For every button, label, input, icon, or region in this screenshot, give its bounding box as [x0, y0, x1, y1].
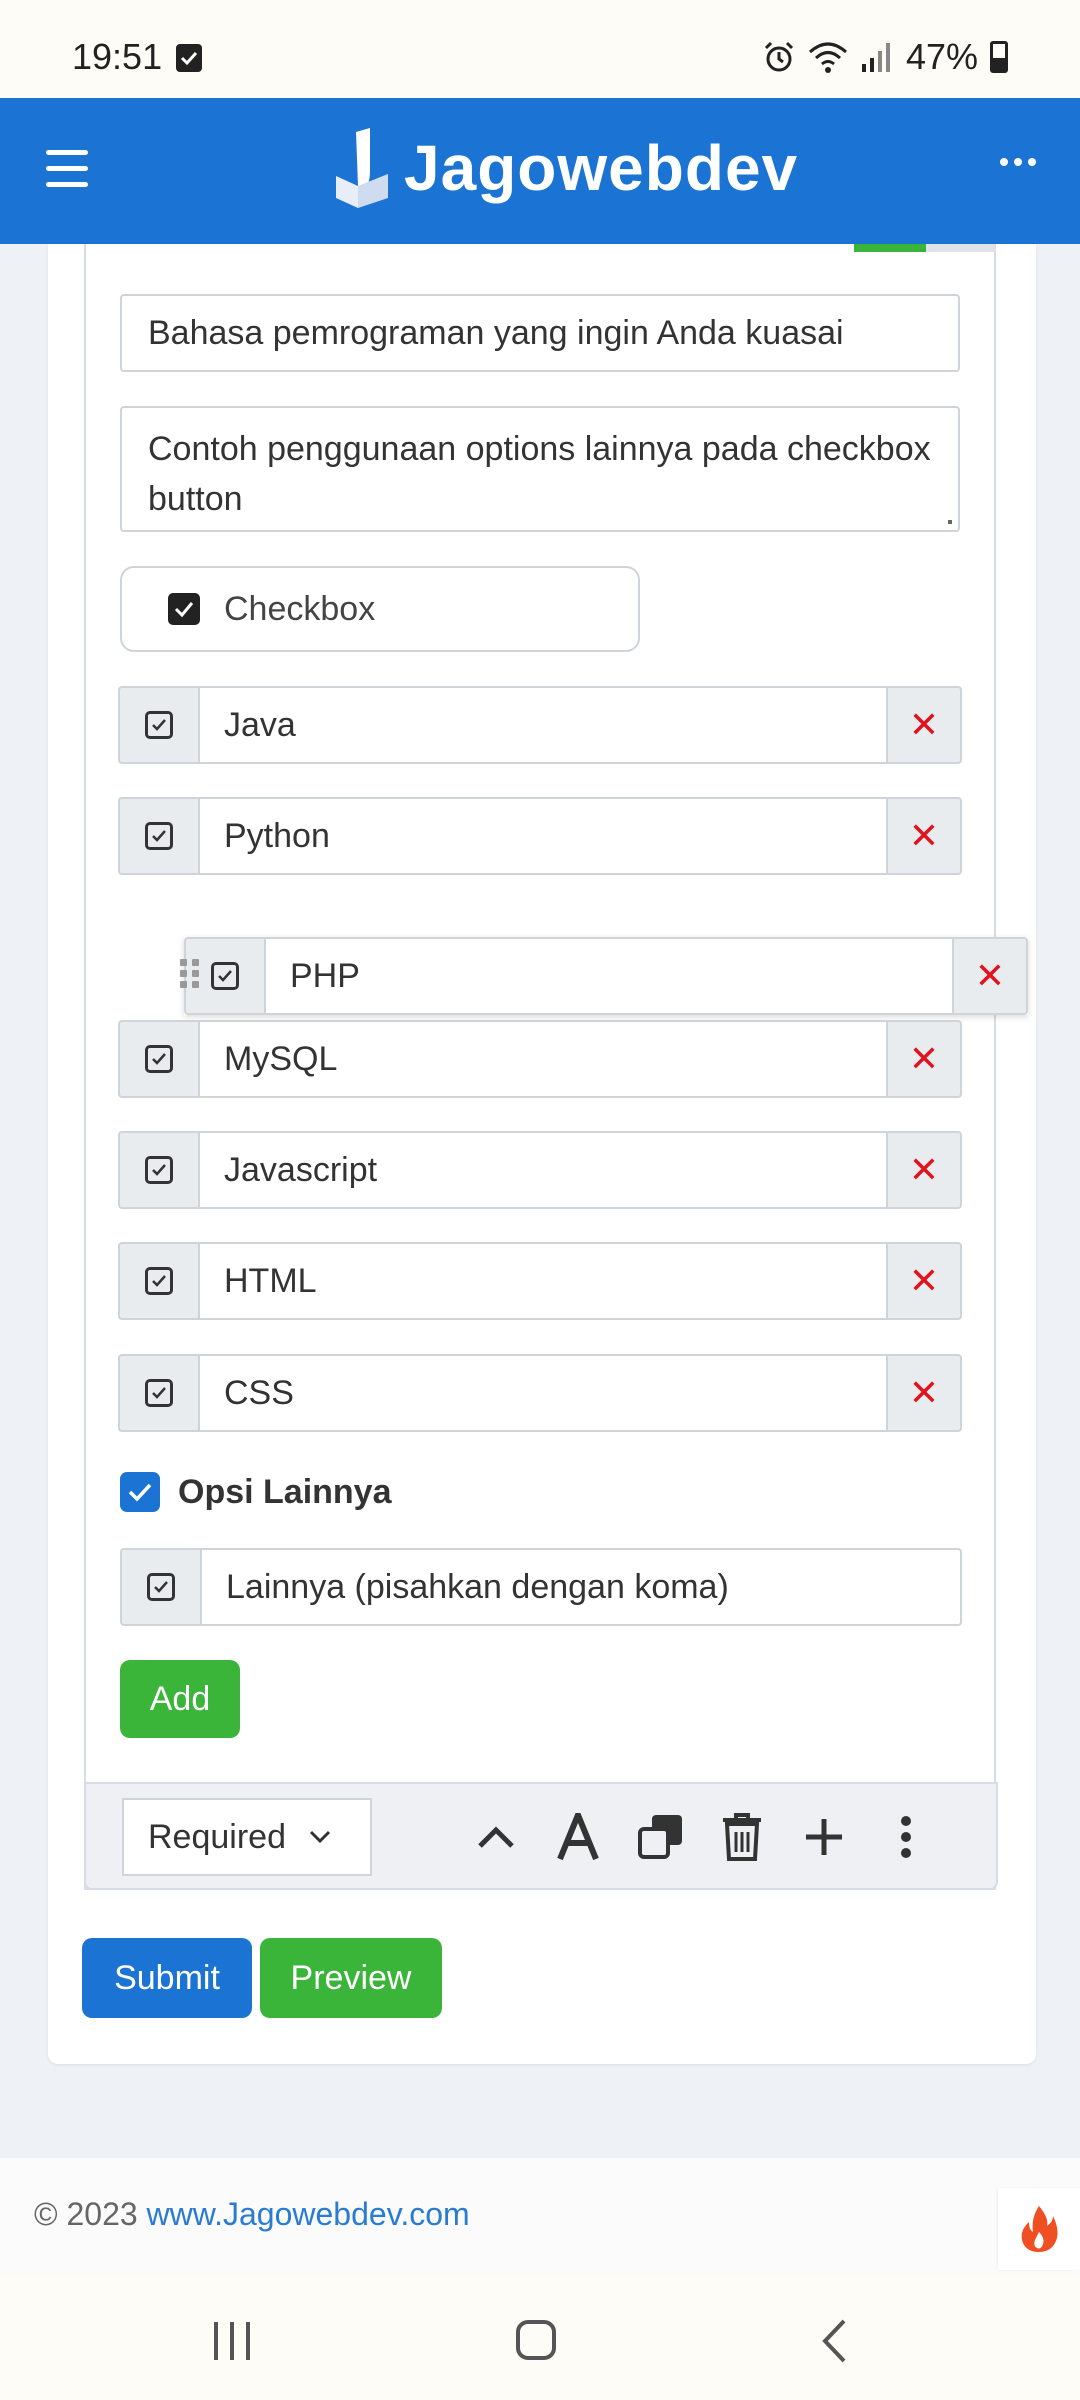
remove-option-icon[interactable]: ✕ — [888, 1131, 962, 1209]
home-icon[interactable] — [516, 2320, 556, 2360]
option-row: HTML ✕ — [118, 1242, 962, 1320]
footer-text: © 2023 www.Jagowebdev.com — [34, 2196, 470, 2233]
status-time: 19:51 — [72, 36, 163, 77]
fire-icon[interactable] — [998, 2188, 1080, 2270]
footer-link[interactable]: www.Jagowebdev.com — [147, 2196, 470, 2232]
other-option-row: Lainnya (pisahkan dengan koma) — [120, 1548, 962, 1626]
option-input[interactable]: Java — [198, 686, 888, 764]
back-icon[interactable] — [820, 2318, 848, 2369]
option-row: MySQL ✕ — [118, 1020, 962, 1098]
remove-option-icon[interactable]: ✕ — [888, 1242, 962, 1320]
menu-icon[interactable] — [46, 150, 88, 190]
option-checkbox-icon — [118, 1242, 198, 1320]
option-input[interactable]: PHP — [264, 937, 954, 1015]
question-title-input[interactable]: Bahasa pemrograman yang ingin Anda kuasa… — [120, 294, 960, 372]
drag-handle-icon[interactable] — [180, 959, 200, 988]
option-input[interactable]: Python — [198, 797, 888, 875]
option-row: Javascript ✕ — [118, 1131, 962, 1209]
question-type-label: Checkbox — [224, 589, 376, 628]
preview-button[interactable]: Preview — [260, 1938, 442, 2018]
option-row: CSS ✕ — [118, 1354, 962, 1432]
more-vertical-icon[interactable] — [880, 1808, 932, 1866]
checkbox-type-icon — [168, 593, 200, 625]
question-toolbar: Required — [84, 1782, 998, 1890]
status-bar: 19:51 47% — [0, 0, 1080, 98]
collapse-icon[interactable] — [470, 1808, 522, 1866]
remove-option-icon[interactable]: ✕ — [888, 1354, 962, 1432]
app-bar: Jagowebdev — [0, 98, 1080, 244]
remove-option-icon[interactable]: ✕ — [888, 797, 962, 875]
remove-option-icon[interactable]: ✕ — [888, 686, 962, 764]
other-option-input[interactable]: Lainnya (pisahkan dengan koma) — [200, 1548, 962, 1626]
option-checkbox-icon — [118, 797, 198, 875]
system-nav-bar — [0, 2274, 1080, 2400]
more-options-icon[interactable] — [1000, 158, 1036, 166]
question-type-select[interactable]: Checkbox — [120, 566, 640, 652]
battery-percent: 47% — [905, 36, 978, 77]
other-option-checkbox[interactable] — [120, 1472, 160, 1512]
remove-option-icon[interactable]: ✕ — [888, 1020, 962, 1098]
alarm-icon — [764, 41, 793, 72]
copyright: © 2023 — [34, 2196, 138, 2232]
option-checkbox-icon — [118, 1354, 198, 1432]
option-row: Java ✕ — [118, 686, 962, 764]
jagowebdev-logo-icon — [336, 128, 388, 208]
remove-option-icon[interactable]: ✕ — [954, 937, 1028, 1015]
other-option-toggle[interactable]: Opsi Lainnya — [120, 1472, 392, 1512]
required-select-value: Required — [148, 1817, 286, 1856]
brand-name: Jagowebdev — [404, 132, 799, 204]
status-icons: 47% — [762, 36, 1008, 78]
option-checkbox-icon — [118, 1020, 198, 1098]
option-row-dragging[interactable]: PHP ✕ — [180, 937, 1028, 1015]
active-tab-indicator — [854, 244, 926, 252]
question-description-input[interactable]: Contoh penggunaan options lainnya pada c… — [120, 406, 960, 532]
option-input[interactable]: MySQL — [198, 1020, 888, 1098]
wifi-icon — [808, 42, 847, 73]
chevron-down-icon — [309, 1830, 331, 1844]
add-question-icon[interactable] — [798, 1808, 850, 1866]
signal-icon — [861, 43, 890, 72]
notification-check-icon — [176, 44, 202, 72]
other-option-label: Opsi Lainnya — [178, 1472, 392, 1511]
battery-icon — [990, 41, 1008, 73]
text-format-icon[interactable] — [552, 1808, 604, 1866]
trash-icon[interactable] — [716, 1808, 768, 1866]
inactive-tab-indicator — [926, 244, 996, 252]
footer: © 2023 www.Jagowebdev.com — [0, 2158, 1080, 2274]
recent-apps-icon[interactable] — [214, 2322, 250, 2360]
option-checkbox-icon — [118, 1131, 198, 1209]
option-row: Python ✕ — [118, 797, 962, 875]
option-input[interactable]: CSS — [198, 1354, 888, 1432]
submit-button[interactable]: Submit — [82, 1938, 252, 2018]
option-checkbox-icon — [118, 686, 198, 764]
brand-logo[interactable]: Jagowebdev — [336, 128, 798, 208]
required-select[interactable]: Required — [122, 1798, 372, 1876]
duplicate-icon[interactable] — [634, 1808, 686, 1866]
option-input[interactable]: Javascript — [198, 1131, 888, 1209]
option-checkbox-icon — [120, 1548, 200, 1626]
option-input[interactable]: HTML — [198, 1242, 888, 1320]
add-option-button[interactable]: Add — [120, 1660, 240, 1738]
